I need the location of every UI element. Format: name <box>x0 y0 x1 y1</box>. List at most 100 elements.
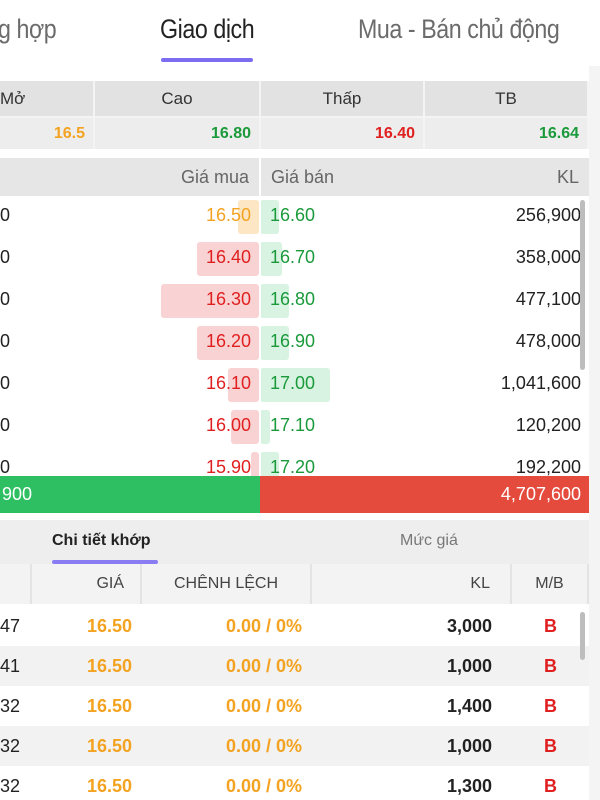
bid-price[interactable]: 15.90 <box>206 457 251 476</box>
match-volume: 3,000 <box>446 616 492 636</box>
orderbook-row[interactable]: 0 16.00 17.10 120,200 <box>0 406 589 448</box>
ask-price[interactable]: 16.80 <box>270 289 315 310</box>
match-header-side: M/B <box>512 564 589 604</box>
ask-price-header: Giá bán <box>271 167 335 187</box>
match-price: 16.50 <box>86 696 132 716</box>
tab-muc-gia[interactable]: Mức giá <box>400 532 458 550</box>
match-change: 0.00 / 0% <box>225 616 302 636</box>
match-row[interactable]: 47 16.50 0.00 / 0% 3,000 B <box>0 606 589 646</box>
ask-volume: 477,100 <box>515 289 581 309</box>
orderbook-row[interactable]: 0 16.20 16.90 478,000 <box>0 322 589 364</box>
ask-price[interactable]: 16.90 <box>270 331 315 352</box>
ask-header-group: Giá bán KL <box>259 158 589 196</box>
orderbook-rows: 0 16.50 16.60 256,900 0 16.40 16.70 358,000 0 16.… <box>0 196 589 476</box>
orderbook-row[interactable]: 0 15.90 17.20 192,200 <box>0 448 589 476</box>
ask-volume: 192,200 <box>515 457 581 476</box>
total-sell-volume: 4,707,600 <box>260 476 589 513</box>
orderbook-row[interactable]: 0 16.10 17.00 1,041,600 <box>0 364 589 406</box>
ask-price[interactable]: 17.10 <box>270 415 315 436</box>
total-buy-volume: 900 <box>0 476 260 513</box>
ask-volume: 120,200 <box>515 415 581 435</box>
orderbook-left-fragment: 0 <box>0 289 11 309</box>
orderbook-header: Giá mua Giá bán KL <box>0 158 589 196</box>
match-header-volume: KL <box>312 564 512 604</box>
orderbook-scrollbar[interactable] <box>580 200 585 370</box>
tab-chi-tiet-khop[interactable]: Chi tiết khớp <box>52 532 150 550</box>
orderbook-left-fragment: 0 <box>0 373 11 393</box>
match-change: 0.00 / 0% <box>225 776 302 796</box>
match-change: 0.00 / 0% <box>225 736 302 756</box>
match-row[interactable]: 32 16.50 0.00 / 0% 1,000 B <box>0 726 589 766</box>
match-row[interactable]: 32 16.50 0.00 / 0% 1,400 B <box>0 686 589 726</box>
orderbook-row[interactable]: 0 16.50 16.60 256,900 <box>0 196 589 238</box>
match-time: 47 <box>0 616 21 636</box>
bid-price-header: Giá mua <box>180 167 249 187</box>
match-volume: 1,000 <box>446 656 492 676</box>
match-side: B <box>544 776 557 796</box>
match-price: 16.50 <box>86 656 132 676</box>
match-header-price: GIÁ <box>32 564 142 604</box>
match-time: 32 <box>0 736 21 756</box>
bid-price[interactable]: 16.40 <box>206 247 251 268</box>
match-row[interactable]: 41 16.50 0.00 / 0% 1,000 B <box>0 646 589 686</box>
summary-high-value: 16.80 <box>95 116 261 149</box>
tab-giao-dich[interactable]: Giao dịch <box>160 14 255 45</box>
orderbook-left-fragment: 0 <box>0 331 11 351</box>
volume-header: KL <box>556 167 579 187</box>
total-volume-bar: 900 4,707,600 <box>0 476 589 513</box>
orderbook-divider <box>259 158 261 476</box>
orderbook-row[interactable]: 0 16.40 16.70 358,000 <box>0 238 589 280</box>
ask-depth-bar <box>260 410 270 444</box>
ask-volume: 478,000 <box>515 331 581 351</box>
summary-value-row: 16.5 16.80 16.40 16.64 <box>0 116 589 149</box>
bid-price[interactable]: 16.50 <box>206 205 251 226</box>
match-price: 16.50 <box>86 616 132 636</box>
summary-avg-value: 16.64 <box>425 116 589 149</box>
active-tab-indicator <box>161 58 253 62</box>
right-gutter <box>589 66 600 800</box>
price-summary-table: Mở Cao Thấp TB 16.5 16.80 16.40 16.64 <box>0 81 589 149</box>
match-volume: 1,000 <box>446 736 492 756</box>
summary-header-avg: TB <box>425 81 589 116</box>
ask-price[interactable]: 17.20 <box>270 457 315 476</box>
bid-depth-bar <box>251 452 259 476</box>
match-price: 16.50 <box>86 776 132 796</box>
ask-price[interactable]: 16.60 <box>270 205 315 226</box>
match-time: 32 <box>0 776 21 796</box>
match-side: B <box>544 656 557 676</box>
match-table-scrollbar[interactable] <box>580 612 585 660</box>
match-change: 0.00 / 0% <box>225 656 302 676</box>
match-volume: 1,400 <box>446 696 492 716</box>
orderbook-left-fragment: 0 <box>0 415 11 435</box>
ask-price[interactable]: 16.70 <box>270 247 315 268</box>
tab-tong-hop[interactable]: g hợp <box>0 14 57 45</box>
summary-low-value: 16.40 <box>261 116 425 149</box>
match-price: 16.50 <box>86 736 132 756</box>
ask-volume: 358,000 <box>515 247 581 267</box>
summary-header-low: Thấp <box>261 81 425 116</box>
bottom-tabs: Chi tiết khớp Mức giá <box>0 520 589 564</box>
ask-price[interactable]: 17.00 <box>270 373 315 394</box>
ask-volume: 1,041,600 <box>500 373 581 393</box>
bid-price[interactable]: 16.20 <box>206 331 251 352</box>
match-side: B <box>544 696 557 716</box>
tab-mua-ban-chu-dong[interactable]: Mua - Bán chủ động <box>358 14 560 45</box>
ask-volume: 256,900 <box>515 205 581 225</box>
summary-open-value: 16.5 <box>0 116 95 149</box>
bid-price[interactable]: 16.10 <box>206 373 251 394</box>
orderbook-row[interactable]: 0 16.30 16.80 477,100 <box>0 280 589 322</box>
summary-header-row: Mở Cao Thấp TB <box>0 81 589 116</box>
match-side: B <box>544 736 557 756</box>
bid-price[interactable]: 16.00 <box>206 415 251 436</box>
orderbook-left-fragment: 0 <box>0 205 11 225</box>
match-header-change: CHÊNH LỆCH <box>142 564 312 604</box>
match-table-header: GIÁ CHÊNH LỆCH KL M/B <box>0 564 589 604</box>
match-time: 32 <box>0 696 21 716</box>
bid-price[interactable]: 16.30 <box>206 289 251 310</box>
summary-header-open: Mở <box>0 81 95 116</box>
match-header-time <box>0 564 32 604</box>
match-change: 0.00 / 0% <box>225 696 302 716</box>
match-table-body: 47 16.50 0.00 / 0% 3,000 B 41 16.50 0.00 / 0% 1,… <box>0 606 589 800</box>
orderbook-left-fragment: 0 <box>0 457 11 476</box>
match-row[interactable]: 32 16.50 0.00 / 0% 1,300 B <box>0 766 589 800</box>
